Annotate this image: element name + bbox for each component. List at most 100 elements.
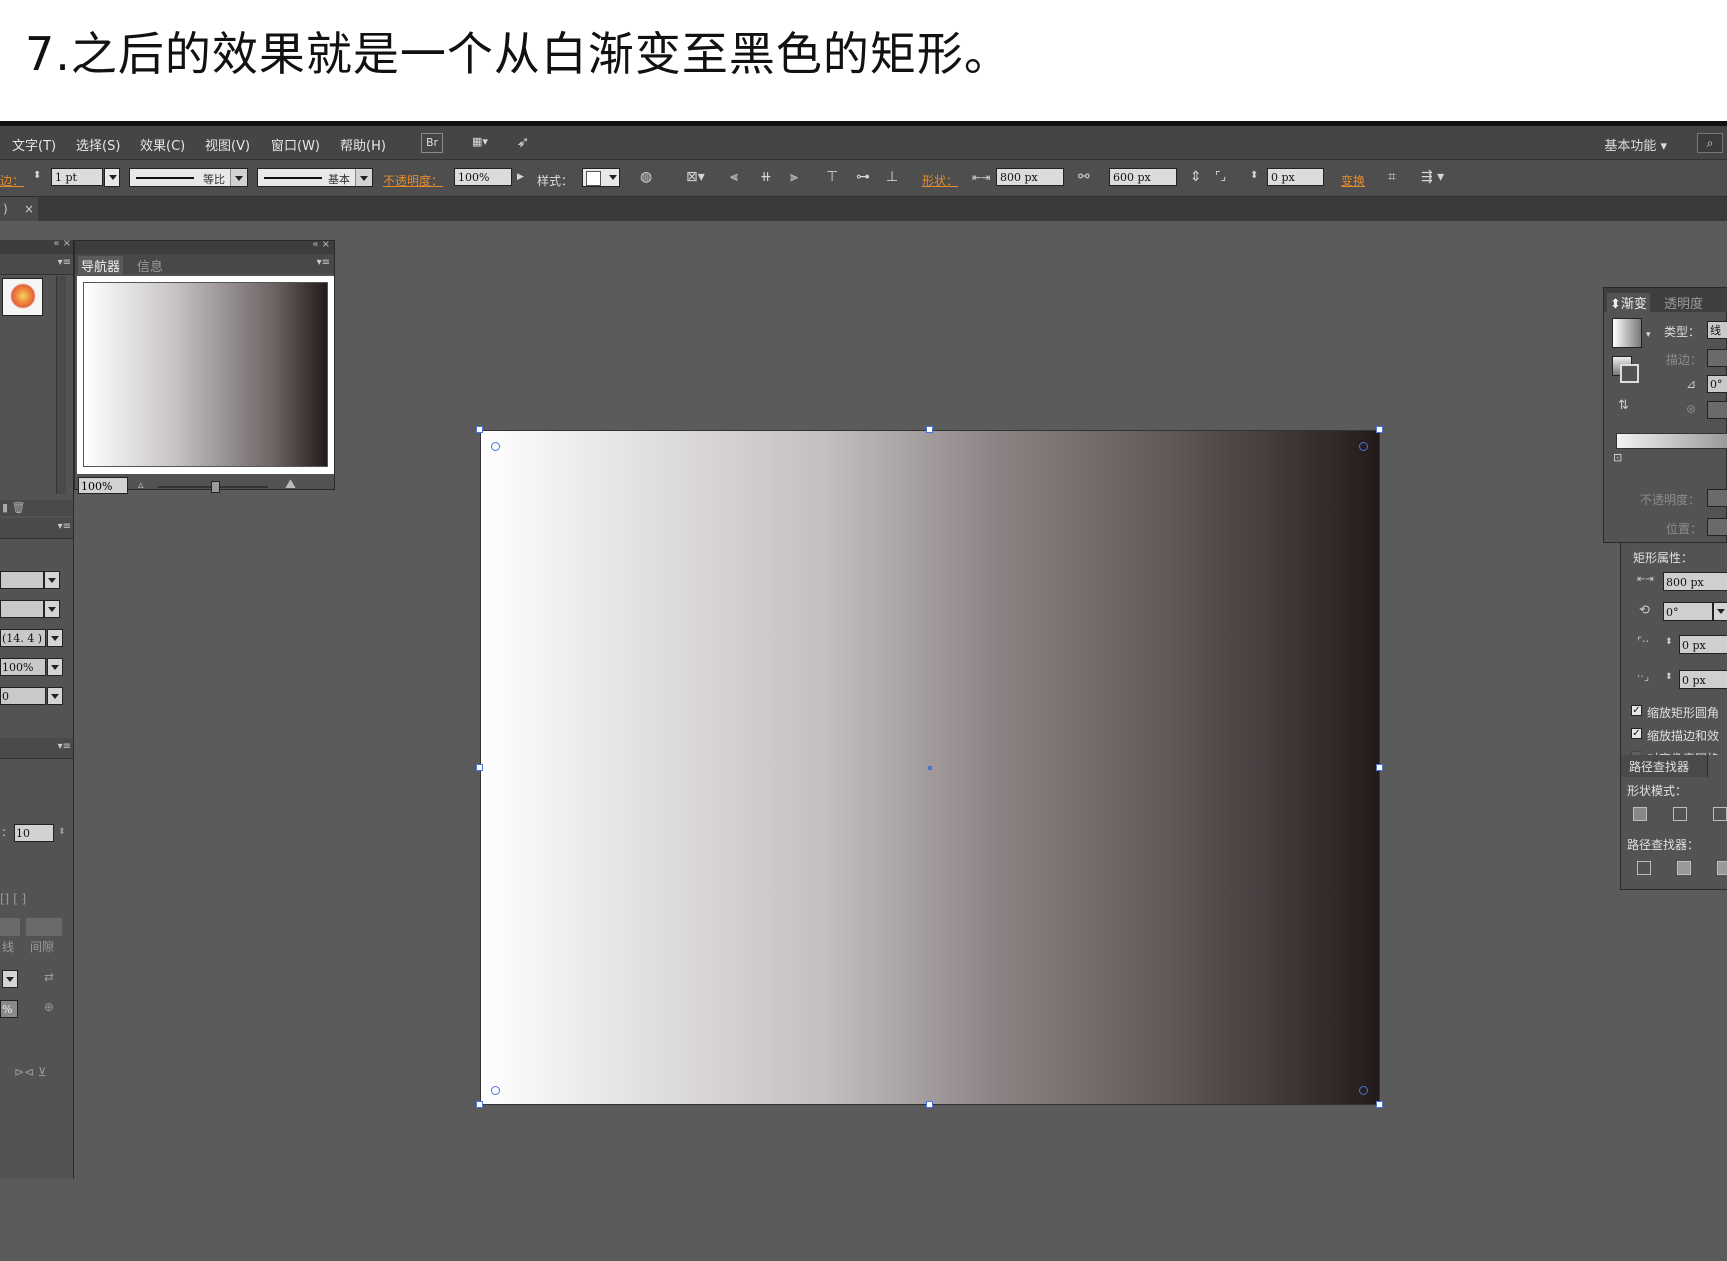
left-field-blank-1[interactable] — [0, 571, 44, 589]
graphic-style-swatch[interactable] — [582, 168, 620, 187]
width-field[interactable]: 800 px — [996, 168, 1064, 186]
left-field-size[interactable]: (14. 4 ) — [0, 629, 46, 647]
search-icon[interactable]: ⌕ — [1697, 133, 1723, 153]
stop-position-field[interactable] — [1707, 518, 1727, 536]
minus-front-icon[interactable] — [1673, 807, 1687, 821]
zoom-in-icon[interactable]: ⛰ — [285, 477, 296, 492]
tab-gradient[interactable]: ⬍渐变 — [1607, 293, 1650, 312]
merge-icon[interactable] — [1717, 861, 1727, 875]
reverse-gradient-icon[interactable]: ⇅ — [1618, 398, 1629, 413]
tab-transparency[interactable]: 透明度 — [1664, 293, 1703, 312]
brush-definition[interactable]: 基本 — [257, 168, 373, 187]
gradient-stop-icon[interactable]: ⊡ — [1613, 451, 1622, 464]
close-icon[interactable]: × — [24, 197, 34, 221]
rect-width-field[interactable]: 800 px — [1663, 572, 1727, 591]
recolor-artwork-icon[interactable]: ◍ — [640, 169, 652, 185]
trim-icon[interactable] — [1677, 861, 1691, 875]
transform-link[interactable]: 变换 — [1341, 172, 1365, 189]
stepper-icon[interactable]: ⬍ — [1665, 672, 1673, 682]
live-corner-widget-bottom-right[interactable] — [1359, 1086, 1368, 1095]
navigator-preview[interactable] — [77, 276, 334, 474]
align-bottom-icon[interactable]: ⊥ — [886, 169, 898, 185]
handle-bottom-left[interactable] — [476, 1101, 483, 1108]
handle-top-center[interactable] — [926, 426, 933, 433]
left-field-value[interactable]: 0 — [0, 687, 46, 705]
dropdown[interactable] — [1713, 602, 1727, 621]
panel-menu-icon[interactable]: ⇶ ▾ — [1421, 169, 1444, 185]
height-field[interactable]: 600 px — [1109, 168, 1177, 186]
live-corner-widget-top-right[interactable] — [1359, 442, 1368, 451]
variable-width-profile[interactable]: 等比 — [129, 168, 248, 187]
corner-radius-field[interactable]: 0 px — [1267, 168, 1324, 186]
handle-bottom-center[interactable] — [926, 1101, 933, 1108]
dropdown[interactable] — [47, 687, 63, 705]
divide-icon[interactable] — [1637, 861, 1651, 875]
menu-effect[interactable]: 效果(C) — [140, 135, 185, 154]
align-vertical-center-icon[interactable]: ⊶ — [856, 169, 870, 185]
zoom-slider-thumb[interactable] — [211, 481, 220, 493]
stroke-weight-dropdown[interactable] — [104, 168, 120, 187]
dash-icons[interactable]: [⁆ [ ⁆ — [0, 892, 26, 906]
panel-menu-icon[interactable]: ▾≡ — [58, 741, 71, 752]
handle-middle-right[interactable] — [1376, 764, 1383, 771]
left-field-blank-2[interactable] — [0, 600, 44, 618]
new-swatch-delete-icon[interactable]: ▮ 🗑 — [2, 501, 26, 514]
stroke-weight-field[interactable]: 1 pt — [51, 168, 103, 186]
link-dimensions-icon[interactable]: ⚯ — [1078, 169, 1090, 185]
swatch-flower[interactable] — [2, 278, 43, 316]
rect-angle-field[interactable]: 0° — [1663, 602, 1713, 621]
collapse-close-icon[interactable]: « × — [53, 238, 71, 249]
dash-box[interactable] — [0, 918, 20, 936]
stepper-icon[interactable]: ⬍ — [58, 827, 66, 837]
handle-top-left[interactable] — [476, 426, 483, 433]
align-horizontal-center-icon[interactable]: ⧺ — [760, 169, 772, 185]
stepper-icon[interactable]: ⬍ — [1665, 637, 1673, 647]
menu-window[interactable]: 窗口(W) — [271, 135, 320, 154]
handle-middle-left[interactable] — [476, 764, 483, 771]
opacity-field[interactable]: 100% — [454, 168, 512, 186]
align-top-icon[interactable]: ⊤ — [826, 169, 838, 185]
panel-menu-icon[interactable]: ▾≡ — [58, 257, 71, 268]
opacity-slider-arrow-icon[interactable]: ▶ — [517, 172, 524, 182]
dropdown[interactable] — [47, 658, 63, 676]
panel-menu-icon[interactable]: ▾≡ — [317, 257, 330, 268]
bridge-button[interactable]: Br — [421, 133, 443, 153]
gradient-slider[interactable] — [1616, 433, 1727, 449]
corner-radius-field-2[interactable]: 0 px — [1679, 670, 1727, 689]
isolate-icon[interactable]: ⌗ — [1388, 169, 1396, 185]
stroke-label[interactable]: 边： — [0, 172, 24, 189]
collapse-close-icon[interactable]: « × — [312, 239, 330, 250]
tab-navigator[interactable]: 导航器 — [78, 256, 124, 275]
align-right-icon[interactable]: ⫸ — [790, 169, 798, 185]
arrange-documents-icon[interactable]: ▦▾ — [466, 133, 494, 151]
gradient-swatch[interactable] — [1612, 318, 1642, 348]
angle-field[interactable]: 0° — [1707, 375, 1727, 393]
menu-select[interactable]: 选择(S) — [76, 135, 120, 154]
brush-dropdown[interactable] — [355, 169, 372, 186]
zoom-out-icon[interactable]: ▵ — [138, 478, 144, 491]
navigator-zoom-field[interactable]: 100% — [78, 477, 128, 494]
menu-help[interactable]: 帮助(H) — [340, 135, 386, 154]
handle-top-right[interactable] — [1376, 426, 1383, 433]
gradient-type-field[interactable]: 线 — [1707, 321, 1727, 339]
scale-corners-checkbox[interactable]: ✓ — [1631, 705, 1642, 716]
align-left-icon[interactable]: ⫷ — [730, 169, 738, 185]
handle-bottom-right[interactable] — [1376, 1101, 1383, 1108]
dropdown[interactable] — [47, 629, 63, 647]
profile-dropdown[interactable] — [230, 169, 247, 186]
live-corner-widget-top-left[interactable] — [491, 442, 500, 451]
intersect-icon[interactable] — [1713, 807, 1727, 821]
corner-stepper-icon[interactable]: ⬍ — [1250, 170, 1258, 181]
menu-text[interactable]: 文字(T) — [12, 135, 56, 154]
aspect-ratio-field[interactable] — [1707, 401, 1727, 419]
live-corner-widget-bottom-left[interactable] — [491, 1086, 500, 1095]
tab-pathfinder[interactable]: 路径查找器 — [1621, 755, 1708, 777]
unite-icon[interactable] — [1633, 807, 1647, 821]
corner-radius-field-1[interactable]: 0 px — [1679, 635, 1727, 654]
stop-opacity-field[interactable] — [1707, 489, 1727, 507]
menu-view[interactable]: 视图(V) — [205, 135, 250, 154]
swap-icon[interactable]: ⇄ — [44, 970, 54, 984]
document-tab[interactable]: ) × — [0, 197, 38, 221]
dropdown[interactable] — [44, 600, 60, 618]
left-field-number[interactable]: 10 — [14, 824, 54, 842]
